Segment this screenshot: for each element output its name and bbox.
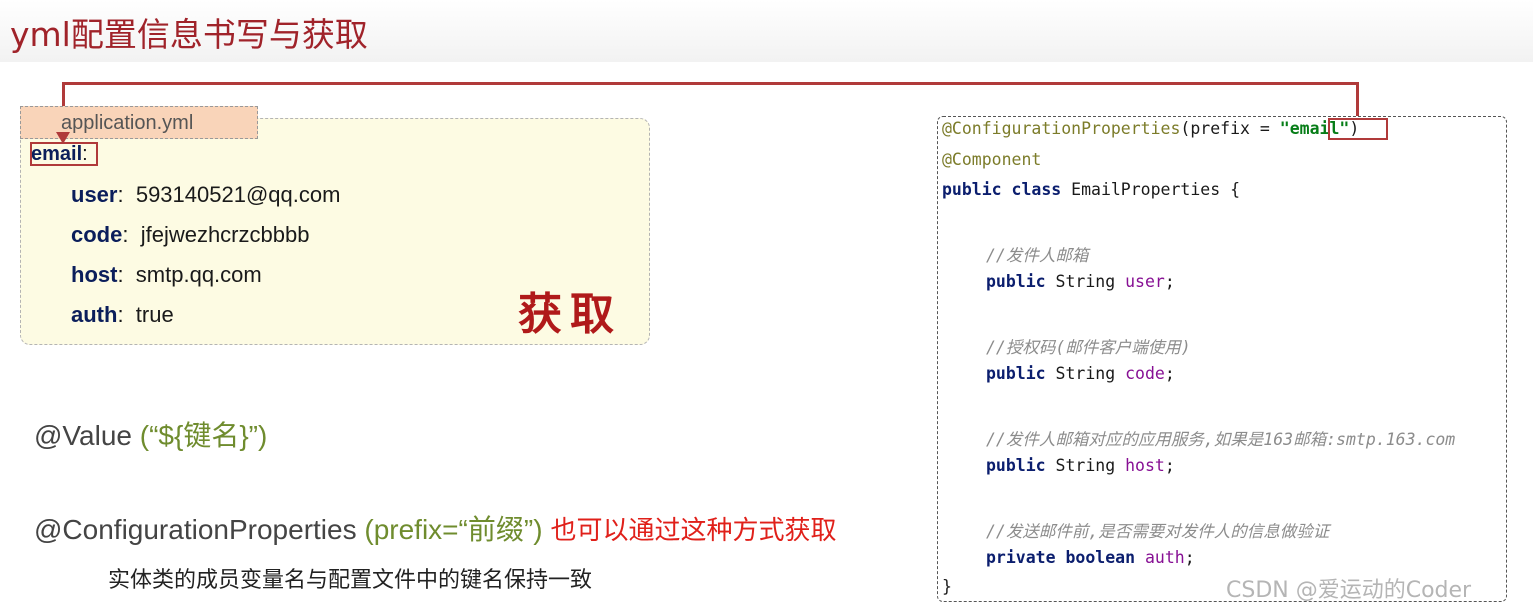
cp-paren-open: (prefix=: [356, 514, 459, 545]
configuration-properties-line: @ConfigurationProperties (prefix=“前缀”) 也可…: [34, 508, 837, 548]
code-annotation: @ConfigurationProperties: [942, 119, 1181, 138]
yml-entry-host: host: smtp.qq.com: [71, 262, 262, 287]
yml-value: smtp.qq.com: [135, 262, 262, 287]
email-highlight-box: [30, 142, 98, 166]
watermark: CSDN @爱运动的Coder: [1226, 578, 1472, 603]
code-comment-4: //发送邮件前,是否需要对发件人的信息做验证: [986, 518, 1329, 542]
code-comment-3: //发件人邮箱对应的应用服务,如果是163邮箱:smtp.163.com: [986, 426, 1455, 450]
code-field-code: public String code;: [986, 364, 1175, 383]
yml-key: code: [71, 222, 123, 247]
code-field-name: code: [1125, 364, 1165, 383]
code-line-3: public class EmailProperties {: [942, 180, 1240, 199]
code-field-host: public String host;: [986, 456, 1175, 475]
code-comment: //发件人邮箱对应的应用服务,如果是163邮箱:smtp.163.com: [986, 430, 1456, 449]
code-field-auth: private boolean auth;: [986, 548, 1195, 567]
yml-key: host: [71, 262, 118, 287]
yml-entry-auth: auth: true: [71, 302, 174, 327]
code-type: String: [1055, 364, 1126, 383]
yml-entry-user: user: 593140521@qq.com: [71, 182, 341, 207]
code-field-name: host: [1125, 456, 1165, 475]
code-comment: //发送邮件前,是否需要对发件人的信息做验证: [986, 522, 1330, 541]
code-keyword: public: [986, 364, 1056, 383]
code-semicolon: ;: [1164, 272, 1175, 291]
value-annotation: @Value: [34, 420, 132, 451]
yml-entry-code: code: jfejwezhcrzcbbbb: [71, 222, 310, 247]
code-type: String: [1055, 272, 1126, 291]
code-keyword: public: [986, 456, 1056, 475]
code-quote-open: ": [1279, 119, 1290, 138]
code-field-user: public String user;: [986, 272, 1175, 291]
code-comment: //授权码(邮件客户端使用): [986, 338, 1191, 357]
code-semicolon: ;: [1164, 456, 1175, 475]
code-comment-2: //授权码(邮件客户端使用): [986, 334, 1191, 358]
prefix-highlight-box: [1328, 118, 1388, 140]
yml-key: user: [71, 182, 118, 207]
code-semicolon: ;: [1184, 548, 1195, 567]
code-close-brace: }: [942, 577, 952, 596]
cp-argument: “前缀”: [458, 514, 534, 545]
connector-line-horizontal: [62, 82, 1358, 85]
code-line-2: @Component: [942, 150, 1041, 169]
code-panel: @ConfigurationProperties(prefix = "email…: [937, 116, 1507, 602]
yml-key: auth: [71, 302, 118, 327]
code-type: String: [1055, 456, 1126, 475]
cp-note: 也可以通过这种方式获取: [550, 515, 837, 545]
code-semicolon: ;: [1164, 364, 1175, 383]
cp-annotation: @ConfigurationProperties: [34, 514, 357, 545]
value-annotation-line: @Value (“${键名}”): [34, 414, 267, 454]
cp-paren-close: ): [533, 514, 543, 545]
sub-note: 实体类的成员变量名与配置文件中的键名保持一致: [108, 567, 593, 592]
code-field-name: auth: [1144, 548, 1185, 567]
value-argument: (“${键名}”): [131, 420, 268, 451]
code-line-1: @ConfigurationProperties(prefix = "email…: [942, 119, 1359, 138]
code-keyword: private boolean: [986, 548, 1145, 567]
code-keyword: public: [986, 272, 1056, 291]
code-comment-1: //发件人邮箱: [986, 242, 1088, 266]
code-annotation: @Component: [942, 150, 1042, 169]
code-text: (prefix =: [1180, 119, 1280, 138]
yml-value: true: [135, 302, 174, 327]
code-comment: //发件人邮箱: [986, 246, 1089, 265]
huoqu-stamp: 获取: [518, 289, 622, 340]
code-text: EmailProperties {: [1071, 180, 1241, 199]
yml-value: jfejwezhcrzcbbbb: [140, 222, 310, 247]
code-field-name: user: [1125, 272, 1165, 291]
code-keyword: public class: [942, 180, 1072, 199]
slide-title: yml配置信息书写与获取: [10, 15, 368, 54]
yml-value: 593140521@qq.com: [135, 182, 341, 207]
